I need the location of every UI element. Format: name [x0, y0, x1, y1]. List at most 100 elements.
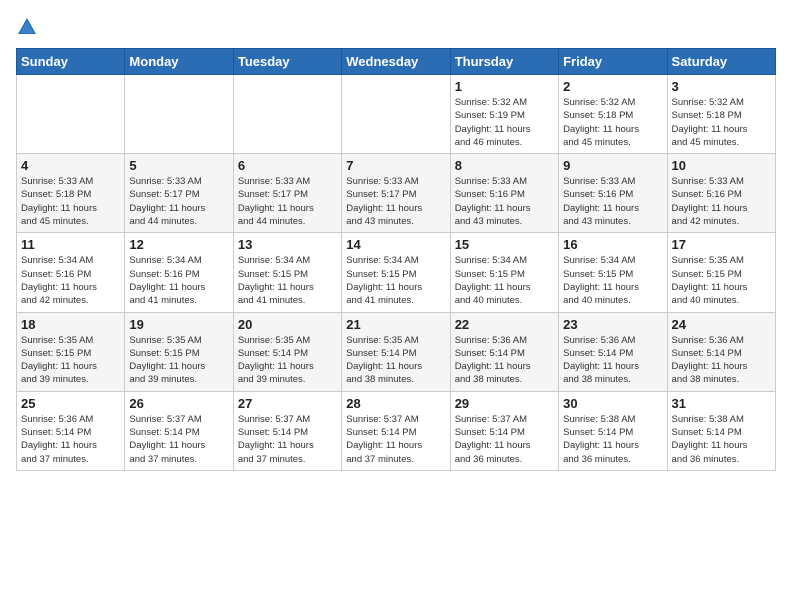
day-number: 10 [672, 158, 771, 173]
day-cell: 12 Sunrise: 5:34 AM Sunset: 5:16 PM Dayli… [125, 233, 233, 312]
weekday-header-sunday: Sunday [17, 49, 125, 75]
day-cell: 24Sunrise: 5:36 AM Sunset: 5:14 PM Dayli… [667, 312, 775, 391]
day-cell: 9 Sunrise: 5:33 AM Sunset: 5:16 PM Daylig… [559, 154, 667, 233]
day-info: Sunrise: 5:34 AM Sunset: 5:15 PM Dayligh… [563, 254, 662, 307]
day-cell: 18 Sunrise: 5:35 AM Sunset: 5:15 PM Dayli… [17, 312, 125, 391]
day-info: Sunrise: 5:34 AM Sunset: 5:15 PM Dayligh… [238, 254, 337, 307]
day-number: 18 [21, 317, 120, 332]
day-cell: 5 Sunrise: 5:33 AM Sunset: 5:17 PM Daylig… [125, 154, 233, 233]
weekday-header-row: SundayMondayTuesdayWednesdayThursdayFrid… [17, 49, 776, 75]
day-number: 12 [129, 237, 228, 252]
day-info: Sunrise: 5:33 AM Sunset: 5:16 PM Dayligh… [563, 175, 662, 228]
day-info: Sunrise: 5:33 AM Sunset: 5:17 PM Dayligh… [238, 175, 337, 228]
day-info: Sunrise: 5:34 AM Sunset: 5:15 PM Dayligh… [455, 254, 554, 307]
day-info: Sunrise: 5:37 AM Sunset: 5:14 PM Dayligh… [129, 413, 228, 466]
day-info: Sunrise: 5:34 AM Sunset: 5:15 PM Dayligh… [346, 254, 445, 307]
day-number: 5 [129, 158, 228, 173]
day-info: Sunrise: 5:35 AM Sunset: 5:14 PM Dayligh… [346, 334, 445, 387]
day-info: Sunrise: 5:33 AM Sunset: 5:18 PM Dayligh… [21, 175, 120, 228]
day-number: 27 [238, 396, 337, 411]
day-cell: 28Sunrise: 5:37 AM Sunset: 5:14 PM Dayli… [342, 391, 450, 470]
day-info: Sunrise: 5:37 AM Sunset: 5:14 PM Dayligh… [346, 413, 445, 466]
day-cell [125, 75, 233, 154]
day-cell: 31 Sunrise: 5:38 AM Sunset: 5:14 PM Dayli… [667, 391, 775, 470]
day-cell: 20 Sunrise: 5:35 AM Sunset: 5:14 PM Dayli… [233, 312, 341, 391]
day-number: 7 [346, 158, 445, 173]
day-number: 14 [346, 237, 445, 252]
day-info: Sunrise: 5:36 AM Sunset: 5:14 PM Dayligh… [672, 334, 771, 387]
day-cell: 1 Sunrise: 5:32 AM Sunset: 5:19 PM Daylig… [450, 75, 558, 154]
day-cell: 25 Sunrise: 5:36 AM Sunset: 5:14 PM Dayli… [17, 391, 125, 470]
day-number: 22 [455, 317, 554, 332]
weekday-header-thursday: Thursday [450, 49, 558, 75]
week-row-1: 1 Sunrise: 5:32 AM Sunset: 5:19 PM Daylig… [17, 75, 776, 154]
day-cell [17, 75, 125, 154]
week-row-2: 4 Sunrise: 5:33 AM Sunset: 5:18 PM Daylig… [17, 154, 776, 233]
logo-icon [16, 16, 38, 38]
day-number: 4 [21, 158, 120, 173]
day-number: 1 [455, 79, 554, 94]
day-number: 20 [238, 317, 337, 332]
day-info: Sunrise: 5:38 AM Sunset: 5:14 PM Dayligh… [672, 413, 771, 466]
day-cell: 14 Sunrise: 5:34 AM Sunset: 5:15 PM Dayli… [342, 233, 450, 312]
weekday-header-friday: Friday [559, 49, 667, 75]
day-info: Sunrise: 5:33 AM Sunset: 5:16 PM Dayligh… [672, 175, 771, 228]
day-cell: 22Sunrise: 5:36 AM Sunset: 5:14 PM Dayli… [450, 312, 558, 391]
day-cell: 26 Sunrise: 5:37 AM Sunset: 5:14 PM Dayli… [125, 391, 233, 470]
page-header [16, 16, 776, 38]
day-info: Sunrise: 5:33 AM Sunset: 5:17 PM Dayligh… [129, 175, 228, 228]
day-cell: 27 Sunrise: 5:37 AM Sunset: 5:14 PM Dayli… [233, 391, 341, 470]
day-number: 26 [129, 396, 228, 411]
day-number: 19 [129, 317, 228, 332]
day-cell: 6 Sunrise: 5:33 AM Sunset: 5:17 PM Daylig… [233, 154, 341, 233]
day-cell: 23 Sunrise: 5:36 AM Sunset: 5:14 PM Dayli… [559, 312, 667, 391]
day-number: 15 [455, 237, 554, 252]
day-cell: 13Sunrise: 5:34 AM Sunset: 5:15 PM Dayli… [233, 233, 341, 312]
day-number: 3 [672, 79, 771, 94]
weekday-header-monday: Monday [125, 49, 233, 75]
weekday-header-saturday: Saturday [667, 49, 775, 75]
day-info: Sunrise: 5:32 AM Sunset: 5:18 PM Dayligh… [672, 96, 771, 149]
day-cell: 15 Sunrise: 5:34 AM Sunset: 5:15 PM Dayli… [450, 233, 558, 312]
logo [16, 16, 42, 38]
day-number: 9 [563, 158, 662, 173]
day-info: Sunrise: 5:33 AM Sunset: 5:17 PM Dayligh… [346, 175, 445, 228]
day-info: Sunrise: 5:36 AM Sunset: 5:14 PM Dayligh… [563, 334, 662, 387]
day-info: Sunrise: 5:34 AM Sunset: 5:16 PM Dayligh… [21, 254, 120, 307]
weekday-header-tuesday: Tuesday [233, 49, 341, 75]
day-cell [233, 75, 341, 154]
day-cell: 17Sunrise: 5:35 AM Sunset: 5:15 PM Dayli… [667, 233, 775, 312]
day-number: 29 [455, 396, 554, 411]
day-cell: 2Sunrise: 5:32 AM Sunset: 5:18 PM Daylig… [559, 75, 667, 154]
day-cell: 7 Sunrise: 5:33 AM Sunset: 5:17 PM Daylig… [342, 154, 450, 233]
week-row-4: 18 Sunrise: 5:35 AM Sunset: 5:15 PM Dayli… [17, 312, 776, 391]
day-info: Sunrise: 5:38 AM Sunset: 5:14 PM Dayligh… [563, 413, 662, 466]
day-number: 25 [21, 396, 120, 411]
day-info: Sunrise: 5:35 AM Sunset: 5:15 PM Dayligh… [129, 334, 228, 387]
day-info: Sunrise: 5:35 AM Sunset: 5:14 PM Dayligh… [238, 334, 337, 387]
day-cell: 4 Sunrise: 5:33 AM Sunset: 5:18 PM Daylig… [17, 154, 125, 233]
day-info: Sunrise: 5:34 AM Sunset: 5:16 PM Dayligh… [129, 254, 228, 307]
day-cell: 19 Sunrise: 5:35 AM Sunset: 5:15 PM Dayli… [125, 312, 233, 391]
week-row-5: 25 Sunrise: 5:36 AM Sunset: 5:14 PM Dayli… [17, 391, 776, 470]
day-info: Sunrise: 5:36 AM Sunset: 5:14 PM Dayligh… [21, 413, 120, 466]
day-cell: 29 Sunrise: 5:37 AM Sunset: 5:14 PM Dayli… [450, 391, 558, 470]
day-cell: 3 Sunrise: 5:32 AM Sunset: 5:18 PM Daylig… [667, 75, 775, 154]
weekday-header-wednesday: Wednesday [342, 49, 450, 75]
day-info: Sunrise: 5:32 AM Sunset: 5:19 PM Dayligh… [455, 96, 554, 149]
day-number: 6 [238, 158, 337, 173]
day-info: Sunrise: 5:35 AM Sunset: 5:15 PM Dayligh… [21, 334, 120, 387]
day-cell: 11Sunrise: 5:34 AM Sunset: 5:16 PM Dayli… [17, 233, 125, 312]
day-info: Sunrise: 5:37 AM Sunset: 5:14 PM Dayligh… [238, 413, 337, 466]
day-info: Sunrise: 5:33 AM Sunset: 5:16 PM Dayligh… [455, 175, 554, 228]
day-number: 30 [563, 396, 662, 411]
day-info: Sunrise: 5:37 AM Sunset: 5:14 PM Dayligh… [455, 413, 554, 466]
day-info: Sunrise: 5:32 AM Sunset: 5:18 PM Dayligh… [563, 96, 662, 149]
day-cell: 8 Sunrise: 5:33 AM Sunset: 5:16 PM Daylig… [450, 154, 558, 233]
day-info: Sunrise: 5:35 AM Sunset: 5:15 PM Dayligh… [672, 254, 771, 307]
day-number: 16 [563, 237, 662, 252]
day-number: 23 [563, 317, 662, 332]
day-number: 8 [455, 158, 554, 173]
day-number: 31 [672, 396, 771, 411]
day-cell: 30 Sunrise: 5:38 AM Sunset: 5:14 PM Dayli… [559, 391, 667, 470]
